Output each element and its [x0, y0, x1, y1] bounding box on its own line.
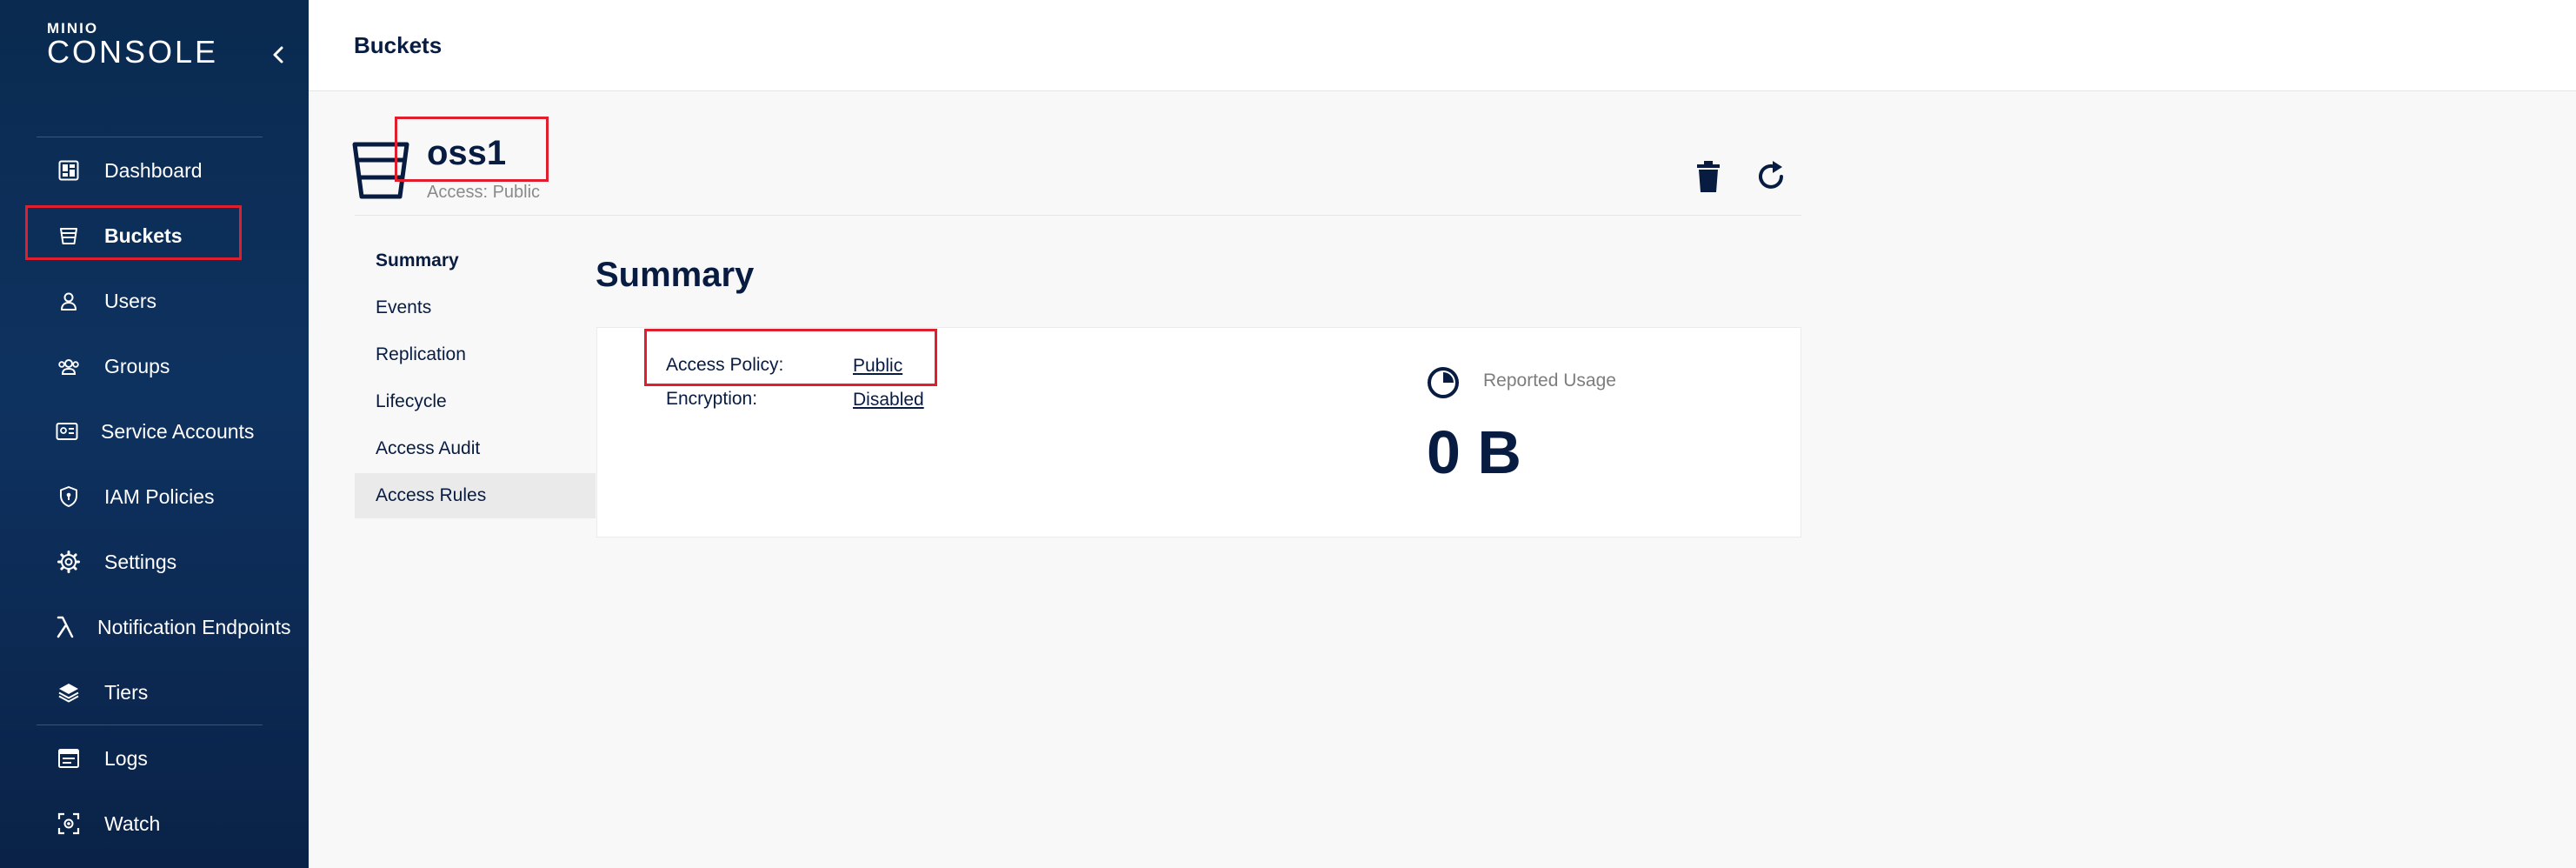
tab-summary[interactable]: Summary — [355, 238, 596, 284]
pie-chart-icon — [1427, 366, 1460, 399]
sidebar: MINIO CONSOLE Dashboard Buckets Users Gr… — [0, 0, 309, 868]
bucket-icon — [350, 137, 411, 202]
user-icon — [56, 288, 82, 314]
gear-icon — [56, 549, 82, 575]
id-card-icon — [56, 418, 78, 444]
sidebar-item-service-accounts[interactable]: Service Accounts — [26, 406, 254, 457]
groups-icon — [56, 353, 82, 379]
refresh-icon — [1759, 161, 1783, 189]
bucket-access-label: Access: Public — [427, 183, 541, 202]
lambda-icon — [56, 614, 75, 640]
layers-icon — [56, 679, 82, 705]
logs-icon — [56, 745, 82, 771]
access-policy-link[interactable]: Public — [853, 356, 902, 377]
sidebar-item-buckets[interactable]: Buckets — [26, 210, 240, 261]
sidebar-item-label: Settings — [104, 550, 177, 573]
sidebar-item-iam-policies[interactable]: IAM Policies — [26, 471, 240, 522]
sidebar-item-label: Dashboard — [104, 158, 203, 182]
tab-events[interactable]: Events — [355, 285, 596, 331]
minio-console-logo[interactable]: MINIO CONSOLE — [47, 21, 218, 68]
dashboard-icon — [56, 157, 82, 184]
access-policy-label: Access Policy: — [666, 355, 784, 375]
bucket-icon — [56, 223, 82, 249]
collapse-sidebar-button[interactable] — [266, 42, 290, 68]
page-title: Buckets — [354, 32, 443, 58]
sidebar-item-label: Service Accounts — [101, 419, 255, 443]
tab-access-rules[interactable]: Access Rules — [355, 473, 596, 518]
tab-access-audit[interactable]: Access Audit — [355, 426, 596, 471]
encryption-label: Encryption: — [666, 389, 758, 409]
sidebar-item-notification-endpoints[interactable]: Notification Endpoints — [26, 602, 290, 652]
sidebar-item-label: Notification Endpoints — [97, 615, 291, 638]
reported-usage-label: Reported Usage — [1483, 371, 1616, 391]
delete-bucket-button[interactable] — [1688, 157, 1728, 197]
logo-big-text: CONSOLE — [47, 34, 219, 70]
watch-icon — [56, 811, 82, 837]
sidebar-item-label: Users — [104, 289, 157, 312]
top-bar: Buckets — [309, 0, 2576, 91]
refresh-button[interactable] — [1751, 157, 1791, 197]
shield-icon — [56, 484, 82, 510]
sidebar-item-label: IAM Policies — [104, 484, 215, 508]
bucket-name: oss1 — [427, 134, 507, 172]
trash-icon — [1697, 161, 1720, 192]
header-divider — [355, 215, 1801, 216]
sidebar-item-label: Logs — [104, 746, 148, 770]
sidebar-item-settings[interactable]: Settings — [26, 537, 240, 587]
sidebar-item-tiers[interactable]: Tiers — [26, 667, 240, 718]
sidebar-item-logs[interactable]: Logs — [26, 733, 240, 784]
encryption-link[interactable]: Disabled — [853, 390, 924, 411]
sidebar-item-users[interactable]: Users — [26, 276, 240, 326]
sidebar-item-label: Tiers — [104, 680, 149, 704]
sidebar-item-groups[interactable]: Groups — [26, 341, 240, 391]
chevron-left-icon — [273, 46, 283, 63]
sidebar-divider — [37, 724, 263, 725]
sidebar-item-label: Watch — [104, 811, 161, 835]
sidebar-item-watch[interactable]: Watch — [26, 798, 240, 849]
sidebar-item-dashboard[interactable]: Dashboard — [26, 145, 240, 196]
section-title: Summary — [596, 256, 755, 294]
reported-usage-value: 0 B — [1427, 418, 1521, 486]
sidebar-item-label: Groups — [104, 354, 170, 377]
tab-lifecycle[interactable]: Lifecycle — [355, 379, 596, 424]
tab-replication[interactable]: Replication — [355, 332, 596, 377]
sidebar-item-label: Buckets — [104, 224, 183, 247]
